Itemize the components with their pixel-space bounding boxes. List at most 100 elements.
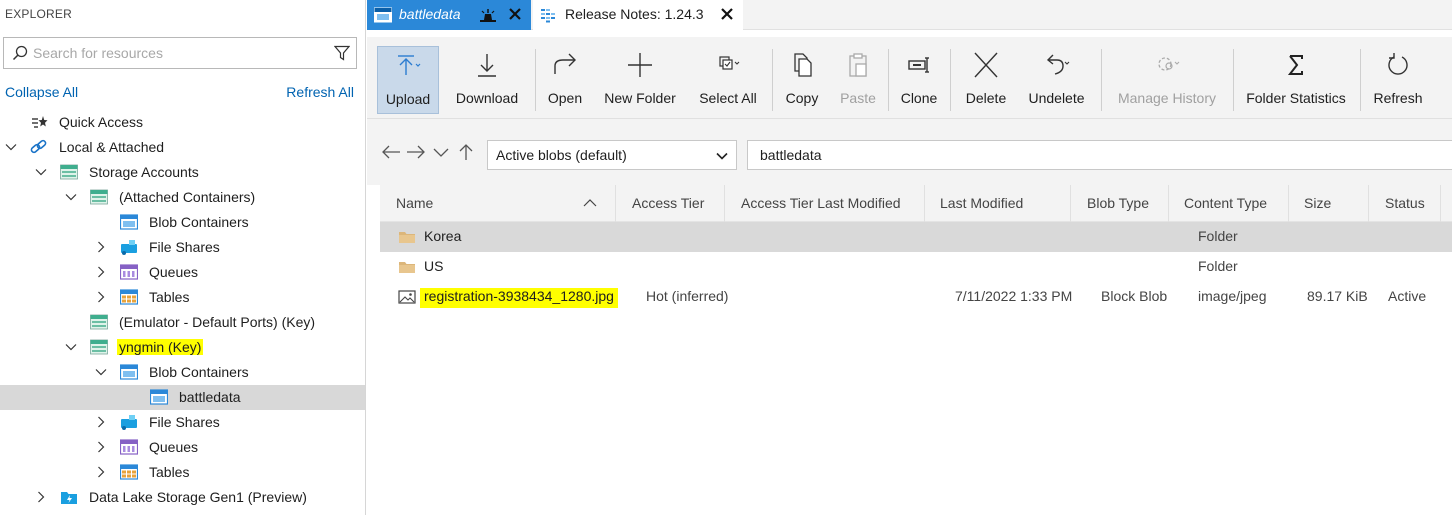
tree-item-yngmin[interactable]: yngmin (Key): [0, 335, 365, 360]
column-header-status[interactable]: Status: [1369, 185, 1441, 222]
tree-item-label: Tables: [149, 289, 190, 305]
tab-battledata[interactable]: battledata: [367, 0, 531, 30]
table-icon: [120, 289, 138, 305]
tree-item-battledata[interactable]: battledata: [0, 385, 365, 410]
tree-item-local-attached[interactable]: Local & Attached: [0, 135, 365, 160]
tree-item-tables[interactable]: Tables: [0, 460, 365, 485]
column-header-access-tier[interactable]: Access Tier: [616, 185, 725, 222]
filter-icon[interactable]: [334, 45, 350, 61]
explorer-title: EXPLORER: [5, 7, 72, 21]
refresh-icon: [1388, 53, 1408, 75]
column-header-label: Status: [1385, 195, 1425, 211]
chevron-right-icon[interactable]: [95, 441, 107, 453]
search-box[interactable]: [3, 37, 357, 69]
tree-item-attached-containers[interactable]: (Attached Containers): [0, 185, 365, 210]
table-row[interactable]: registration-3938434_1280.jpg Hot (infer…: [380, 282, 1452, 312]
cell-blob-type: Block Blob: [1101, 288, 1168, 304]
toolbar-separator: [1233, 49, 1234, 111]
chevron-right-icon[interactable]: [95, 266, 107, 278]
tree-item-data-lake[interactable]: Data Lake Storage Gen1 (Preview): [0, 485, 365, 510]
manage-history-button[interactable]: Manage History: [1107, 46, 1227, 114]
tree-item-label: File Shares: [149, 414, 220, 430]
tree-item-label: (Attached Containers): [119, 189, 256, 205]
tree-item-blob-containers[interactable]: Blob Containers: [0, 360, 365, 385]
toolbar-separator: [888, 49, 889, 111]
chevron-right-icon[interactable]: [95, 241, 107, 253]
pin-icon[interactable]: [478, 7, 498, 23]
blob-view-select[interactable]: Active blobs (default): [487, 140, 737, 170]
plus-icon: [628, 53, 652, 77]
chevron-right-icon[interactable]: [95, 466, 107, 478]
column-header-last-modified[interactable]: Last Modified: [925, 185, 1071, 222]
new-folder-label: New Folder: [604, 90, 676, 106]
tab-label: battledata: [399, 6, 461, 22]
toolbar-separator: [1360, 49, 1361, 111]
undelete-button[interactable]: Undelete: [1019, 46, 1094, 114]
chevron-down-icon[interactable]: [65, 191, 77, 203]
chevron-down-icon[interactable]: [5, 141, 17, 153]
tree-item-label: Blob Containers: [149, 214, 249, 230]
download-label: Download: [455, 90, 519, 106]
tree-item-quick-access[interactable]: Quick Access: [0, 110, 365, 135]
tree-item-blob-containers[interactable]: Blob Containers: [0, 210, 365, 235]
grid-header: Name Access Tier Access Tier Last Modifi…: [380, 185, 1452, 222]
tab-release-notes[interactable]: Release Notes: 1.24.3: [533, 0, 743, 30]
blob-grid: Name Access Tier Access Tier Last Modifi…: [380, 185, 1452, 515]
release-notes-icon: [541, 9, 555, 23]
table-row[interactable]: US Folder: [380, 252, 1452, 282]
recent-locations-icon[interactable]: [431, 144, 451, 160]
back-arrow-icon[interactable]: [381, 144, 401, 160]
chevron-down-icon[interactable]: [95, 366, 107, 378]
tree-item-file-shares[interactable]: File Shares: [0, 410, 365, 435]
clone-label: Clone: [900, 90, 938, 106]
paste-icon: [849, 53, 867, 77]
toolbar-separator: [772, 49, 773, 111]
tree-item-label: Tables: [149, 464, 190, 480]
image-file-icon: [398, 290, 416, 304]
up-arrow-icon[interactable]: [456, 144, 476, 160]
chevron-down-icon[interactable]: [35, 166, 47, 178]
close-icon[interactable]: [720, 7, 734, 21]
new-folder-button[interactable]: New Folder: [597, 46, 683, 114]
folder-statistics-button[interactable]: Folder Statistics: [1239, 46, 1353, 114]
delete-button[interactable]: Delete: [957, 46, 1015, 114]
column-header-name[interactable]: Name: [380, 185, 616, 222]
table-icon: [120, 464, 138, 480]
link-icon: [30, 139, 47, 154]
column-header-label: Size: [1304, 195, 1332, 211]
chevron-right-icon[interactable]: [35, 491, 47, 503]
paste-button[interactable]: Paste: [833, 46, 883, 114]
download-button[interactable]: Download: [446, 46, 528, 114]
clone-icon: [908, 57, 929, 73]
table-row[interactable]: Korea Folder: [380, 222, 1452, 252]
upload-button[interactable]: Upload: [377, 46, 439, 114]
tree-item-queues[interactable]: Queues: [0, 260, 365, 285]
refresh-all-link[interactable]: Refresh All: [286, 84, 354, 100]
tree-item-tables[interactable]: Tables: [0, 285, 365, 310]
forward-arrow-icon[interactable]: [406, 144, 426, 160]
column-header-size[interactable]: Size: [1289, 185, 1369, 222]
chevron-right-icon[interactable]: [95, 291, 107, 303]
close-icon[interactable]: [508, 7, 522, 21]
copy-button[interactable]: Copy: [778, 46, 826, 114]
clone-button[interactable]: Clone: [894, 46, 944, 114]
collapse-all-link[interactable]: Collapse All: [5, 84, 78, 100]
tree-item-emulator[interactable]: (Emulator - Default Ports) (Key): [0, 310, 365, 335]
chevron-down-icon[interactable]: [65, 341, 77, 353]
search-input[interactable]: [33, 43, 323, 63]
select-all-button[interactable]: Select All: [692, 46, 764, 114]
column-header-content-type[interactable]: Content Type: [1169, 185, 1289, 222]
open-button[interactable]: Open: [541, 46, 589, 114]
tree-item-file-shares[interactable]: File Shares: [0, 235, 365, 260]
sigma-icon: [1287, 55, 1303, 75]
column-header-access-tier-last-modified[interactable]: Access Tier Last Modified: [725, 185, 925, 222]
download-icon: [478, 54, 496, 77]
column-header-blob-type[interactable]: Blob Type: [1071, 185, 1169, 222]
path-input[interactable]: battledata: [747, 140, 1452, 170]
chevron-right-icon[interactable]: [95, 416, 107, 428]
file-share-icon: [121, 415, 137, 430]
refresh-button[interactable]: Refresh: [1366, 46, 1430, 114]
storage-account-icon: [90, 314, 108, 330]
tree-item-storage-accounts[interactable]: Storage Accounts: [0, 160, 365, 185]
tree-item-queues[interactable]: Queues: [0, 435, 365, 460]
